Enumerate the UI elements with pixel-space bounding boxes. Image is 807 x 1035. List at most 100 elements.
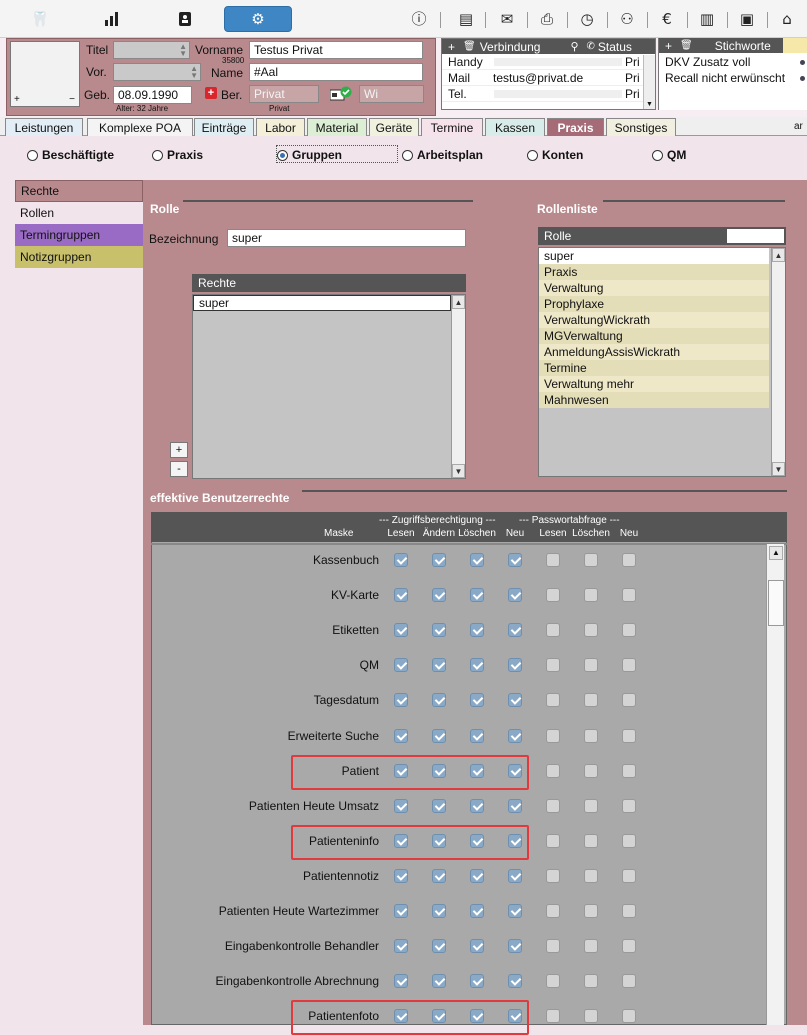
notes-icon[interactable]: ▤ xyxy=(454,6,478,32)
permission-checkbox[interactable] xyxy=(432,798,446,813)
permission-checkbox[interactable] xyxy=(584,728,598,743)
delete-keyword-icon[interactable]: 🗑 xyxy=(680,40,693,51)
permission-checkbox[interactable] xyxy=(584,588,598,603)
permission-checkbox[interactable] xyxy=(622,833,636,848)
radio-circle[interactable] xyxy=(27,149,38,161)
permission-checkbox[interactable] xyxy=(470,974,484,989)
permission-checkbox[interactable] xyxy=(622,728,636,743)
radio-praxis[interactable]: Praxis xyxy=(152,148,203,162)
permission-checkbox[interactable] xyxy=(470,868,484,883)
permission-checkbox[interactable] xyxy=(546,658,560,673)
permission-checkbox[interactable] xyxy=(432,868,446,883)
radio-circle[interactable] xyxy=(652,149,663,161)
permission-checkbox[interactable] xyxy=(432,939,446,954)
contact-row[interactable]: Handy Pri xyxy=(442,54,655,70)
permission-checkbox[interactable] xyxy=(546,939,560,954)
permission-checkbox[interactable] xyxy=(394,658,408,673)
permission-checkbox[interactable] xyxy=(584,798,598,813)
permission-checkbox[interactable] xyxy=(584,623,598,638)
search-icon[interactable]: ⚲ xyxy=(570,40,578,53)
permission-checkbox[interactable] xyxy=(546,693,560,708)
permission-checkbox[interactable] xyxy=(622,763,636,778)
permission-checkbox[interactable] xyxy=(432,728,446,743)
permission-checkbox[interactable] xyxy=(584,693,598,708)
permission-checkbox[interactable] xyxy=(394,553,408,567)
permission-checkbox[interactable] xyxy=(508,728,522,743)
permission-checkbox[interactable] xyxy=(470,798,484,813)
tab-material[interactable]: Material xyxy=(307,118,367,136)
permission-checkbox[interactable] xyxy=(622,588,636,603)
permission-checkbox[interactable] xyxy=(508,693,522,708)
permission-checkbox[interactable] xyxy=(394,693,408,708)
radio-konten[interactable]: Konten xyxy=(527,148,583,162)
vor-select[interactable]: ▲ ▼ xyxy=(113,63,201,81)
permission-checkbox[interactable] xyxy=(584,974,598,989)
scroll-thumb[interactable] xyxy=(768,580,784,626)
bezeichnung-input[interactable]: super xyxy=(227,229,466,247)
permission-checkbox[interactable] xyxy=(546,833,560,848)
geb-field[interactable]: 08.09.1990 xyxy=(113,86,192,104)
permission-checkbox[interactable] xyxy=(394,974,408,989)
titel-select[interactable]: ▲ ▼ xyxy=(113,41,190,59)
permission-checkbox[interactable] xyxy=(622,904,636,918)
permission-checkbox[interactable] xyxy=(432,588,446,603)
tab-einträge[interactable]: Einträge xyxy=(194,118,254,136)
permission-checkbox[interactable] xyxy=(622,1009,636,1024)
rollenliste-scrollbar[interactable]: ▲ ▼ xyxy=(771,248,785,476)
permission-checkbox[interactable] xyxy=(584,833,598,848)
family-icon[interactable]: ⚇ xyxy=(614,6,640,32)
permission-checkbox[interactable] xyxy=(470,588,484,603)
permission-checkbox[interactable] xyxy=(432,553,446,567)
screen-icon[interactable]: ▣ xyxy=(734,6,760,32)
permission-checkbox[interactable] xyxy=(508,939,522,954)
menu-item-rechte[interactable]: Rechte xyxy=(15,180,143,202)
permission-checkbox[interactable] xyxy=(432,974,446,989)
tab-termine[interactable]: Termine xyxy=(421,118,483,136)
permission-checkbox[interactable] xyxy=(508,658,522,673)
scroll-up-icon[interactable]: ▲ xyxy=(769,546,783,560)
permission-checkbox[interactable] xyxy=(470,904,484,918)
permission-checkbox[interactable] xyxy=(622,939,636,954)
wi-select[interactable]: Wi xyxy=(359,85,424,103)
permission-checkbox[interactable] xyxy=(546,588,560,603)
contacts-icon[interactable] xyxy=(165,6,205,32)
ber-select[interactable]: Privat xyxy=(249,85,319,103)
radio-circle[interactable] xyxy=(402,149,413,161)
menu-item-notizgruppen[interactable]: Notizgruppen xyxy=(15,246,143,268)
permission-checkbox[interactable] xyxy=(622,553,636,567)
add-keyword-button[interactable]: + xyxy=(665,39,672,53)
permission-checkbox[interactable] xyxy=(394,588,408,603)
permission-checkbox[interactable] xyxy=(546,798,560,813)
rolle-list-item[interactable]: Prophylaxe xyxy=(539,296,769,312)
scroll-down-icon[interactable]: ▼ xyxy=(772,462,785,476)
permission-checkbox[interactable] xyxy=(622,623,636,638)
permission-checkbox[interactable] xyxy=(508,553,522,567)
rechte-scrollbar[interactable]: ▲ ▼ xyxy=(451,295,465,478)
scroll-up-icon[interactable]: ▲ xyxy=(452,295,465,309)
permission-checkbox[interactable] xyxy=(546,904,560,918)
rolle-list-item[interactable]: super xyxy=(539,248,769,264)
permission-checkbox[interactable] xyxy=(394,939,408,954)
permission-checkbox[interactable] xyxy=(546,553,560,567)
rolle-list-item[interactable]: Termine xyxy=(539,360,769,376)
scroll-up-icon[interactable]: ▲ xyxy=(772,248,785,262)
contact-scrollbar[interactable]: ▼ xyxy=(643,55,655,109)
tab-kassen[interactable]: Kassen xyxy=(485,118,545,136)
permission-checkbox[interactable] xyxy=(622,974,636,989)
radio-qm[interactable]: QM xyxy=(652,148,686,162)
permission-checkbox[interactable] xyxy=(470,693,484,708)
rights-scrollbar[interactable]: ▲ xyxy=(766,544,784,1025)
menu-item-rollen[interactable]: Rollen xyxy=(15,202,143,224)
permission-checkbox[interactable] xyxy=(432,658,446,673)
permission-checkbox[interactable] xyxy=(432,623,446,638)
permission-checkbox[interactable] xyxy=(584,939,598,954)
permission-checkbox[interactable] xyxy=(432,693,446,708)
rechte-item[interactable]: super xyxy=(193,295,451,311)
rolle-list-item[interactable]: MGVerwaltung xyxy=(539,328,769,344)
tab-leistungen[interactable]: Leistungen xyxy=(5,118,83,136)
add-contact-button[interactable]: + xyxy=(448,40,455,54)
mail-icon[interactable]: ✉ xyxy=(494,6,520,32)
keyword-item[interactable]: Recall nicht erwünscht xyxy=(665,71,807,87)
permission-checkbox[interactable] xyxy=(470,939,484,954)
permission-checkbox[interactable] xyxy=(508,904,522,918)
